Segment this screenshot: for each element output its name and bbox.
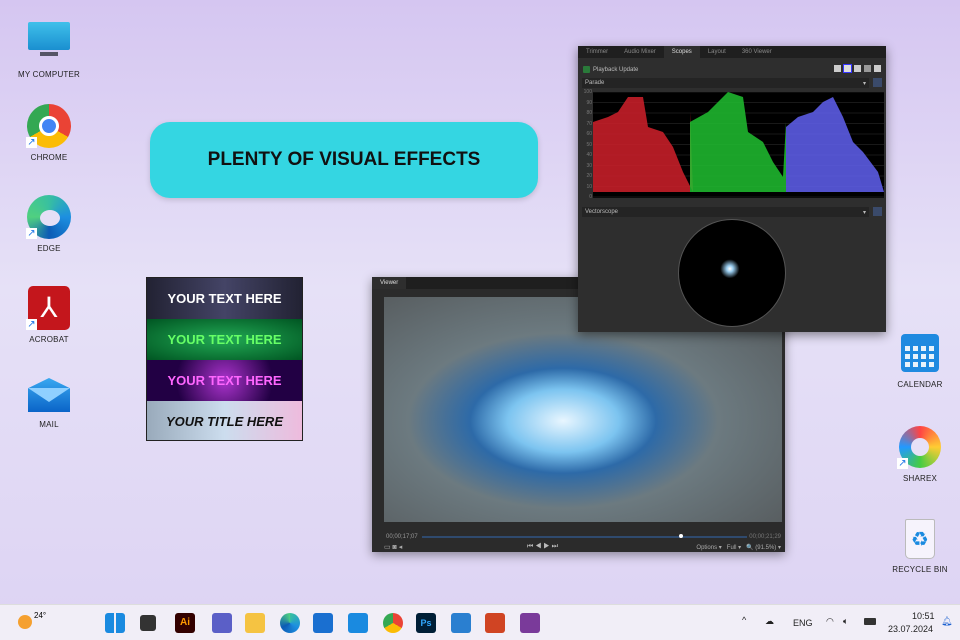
layout-buttons[interactable] — [834, 64, 881, 73]
edge-icon: ↗ — [26, 194, 72, 240]
promo-banner: PLENTY OF VISUAL EFFECTS — [150, 122, 538, 198]
y-tick-label: 90 — [586, 99, 592, 106]
desktop-icon-edge[interactable]: ↗ EDGE — [9, 194, 89, 253]
clock-time[interactable]: 10:51 — [912, 611, 935, 621]
desktop-icon-acrobat[interactable]: ⅄ ↗ ACROBAT — [9, 285, 89, 344]
y-tick-label: 50 — [586, 141, 592, 148]
chrome-icon: ↗ — [26, 103, 72, 149]
start-button[interactable] — [105, 613, 125, 633]
loop-icon[interactable]: ▭ ◙ ◂ — [384, 543, 402, 551]
desktop-icon-chrome[interactable]: ↗ CHROME — [9, 103, 89, 162]
desktop-icon-my-computer[interactable]: MY COMPUTER — [9, 20, 89, 79]
thumb-line-4: YOUR TITLE HERE — [147, 401, 302, 440]
tab-viewer[interactable]: Viewer — [372, 277, 407, 289]
monitor-icon — [26, 20, 72, 66]
powerpoint-icon[interactable] — [485, 613, 505, 633]
y-tick-label: 0 — [589, 194, 592, 200]
battery-icon[interactable] — [864, 618, 876, 625]
rgb-parade — [593, 92, 884, 198]
tray-overflow-icon[interactable]: ^ — [742, 615, 746, 625]
desktop-icon-mail[interactable]: MAIL — [9, 370, 89, 429]
zoom-dropdown[interactable]: (91.5%) — [755, 545, 776, 551]
tab-audio-mixer[interactable]: Audio Mixer — [616, 46, 664, 58]
y-tick-label: 20 — [586, 173, 592, 179]
store-icon[interactable] — [313, 613, 333, 633]
playback-update-checkbox[interactable] — [583, 66, 590, 73]
scope2-settings-icon[interactable] — [873, 207, 882, 216]
scopes-panel: Trimmer Audio Mixer Scopes Layout 360 Vi… — [578, 46, 886, 332]
wifi-icon[interactable]: ◠ — [826, 616, 834, 627]
calendar-icon — [897, 330, 943, 376]
notification-bell-icon[interactable]: 🔔︎ — [941, 616, 952, 627]
desktop-icon-calendar[interactable]: CALENDAR — [880, 330, 960, 389]
tab-layout[interactable]: Layout — [700, 46, 734, 58]
winrar-icon[interactable] — [520, 613, 540, 633]
photoshop-icon[interactable]: Ps — [416, 613, 436, 633]
timecode-current: 00;00;17;07 — [386, 534, 418, 540]
clock-date[interactable]: 23.07.2024 — [888, 624, 933, 634]
scope1-select[interactable]: Parade ▾ — [582, 78, 869, 88]
y-tick-label: 80 — [586, 110, 592, 116]
y-axis-ticks: 100 90 80 70 60 50 40 30 20 10 0 — [581, 89, 593, 200]
task-view-icon[interactable] — [140, 615, 156, 631]
file-explorer-icon[interactable] — [245, 613, 265, 633]
thumb-line-3: YOUR TEXT HERE — [147, 360, 302, 401]
mail-taskbar-icon[interactable] — [348, 613, 368, 633]
taskbar: 24° Ai Ps ^ ☁ ENG ◠ 🔈︎ 10:51 23.07.2024 … — [0, 604, 960, 640]
chrome-taskbar-icon[interactable] — [383, 613, 403, 633]
sharex-icon: ↗ — [897, 424, 943, 470]
y-tick-label: 100 — [583, 89, 592, 95]
options-dropdown[interactable]: Options — [696, 545, 717, 551]
y-tick-label: 10 — [586, 183, 592, 190]
thumb-line-1: YOUR TEXT HERE — [147, 278, 302, 319]
mail-icon — [26, 370, 72, 416]
photos-icon[interactable] — [451, 613, 471, 633]
edge-taskbar-icon[interactable] — [280, 613, 300, 633]
y-tick-label: 30 — [586, 162, 592, 169]
zoom-icon: 🔍 — [746, 545, 754, 551]
desktop-icon-sharex[interactable]: ↗ SHAREX — [880, 424, 960, 483]
illustrator-icon[interactable]: Ai — [175, 613, 195, 633]
tab-scopes[interactable]: Scopes — [663, 46, 700, 58]
acrobat-icon: ⅄ ↗ — [26, 285, 72, 331]
quality-dropdown[interactable]: Full — [727, 545, 737, 551]
sun-icon — [18, 615, 32, 629]
desktop-icon-recycle-bin[interactable]: ♻ RECYCLE BIN — [880, 515, 960, 574]
thumb-line-2: YOUR TEXT HERE — [147, 319, 302, 360]
tab-360-viewer[interactable]: 360 Viewer — [734, 46, 780, 58]
playback-controls[interactable]: ⏮ ◀ ▶ ⏭ — [527, 543, 558, 551]
text-effects-thumbnail: YOUR TEXT HERE YOUR TEXT HERE YOUR TEXT … — [146, 277, 303, 441]
y-tick-label: 60 — [586, 131, 592, 137]
teams-icon[interactable] — [212, 613, 232, 633]
banner-text: PLENTY OF VISUAL EFFECTS — [207, 149, 481, 170]
onedrive-icon[interactable]: ☁ — [765, 616, 774, 627]
playback-update-label: Playback Update — [593, 66, 639, 73]
timeline-scrubber[interactable] — [422, 534, 747, 538]
language-indicator[interactable]: ENG — [793, 618, 813, 628]
timecode-total: 00;00;21;29 — [749, 534, 781, 540]
volume-icon[interactable]: 🔈︎ — [843, 616, 848, 627]
tab-trimmer[interactable]: Trimmer — [578, 46, 616, 58]
y-tick-label: 70 — [586, 120, 592, 127]
scope2-select[interactable]: Vectorscope ▾ — [582, 207, 869, 217]
scope-settings-icon[interactable] — [873, 78, 882, 87]
recycle-bin-icon: ♻ — [897, 515, 943, 561]
y-tick-label: 40 — [586, 152, 592, 158]
vectorscope — [678, 219, 786, 327]
weather-widget[interactable]: 24° — [18, 611, 46, 629]
